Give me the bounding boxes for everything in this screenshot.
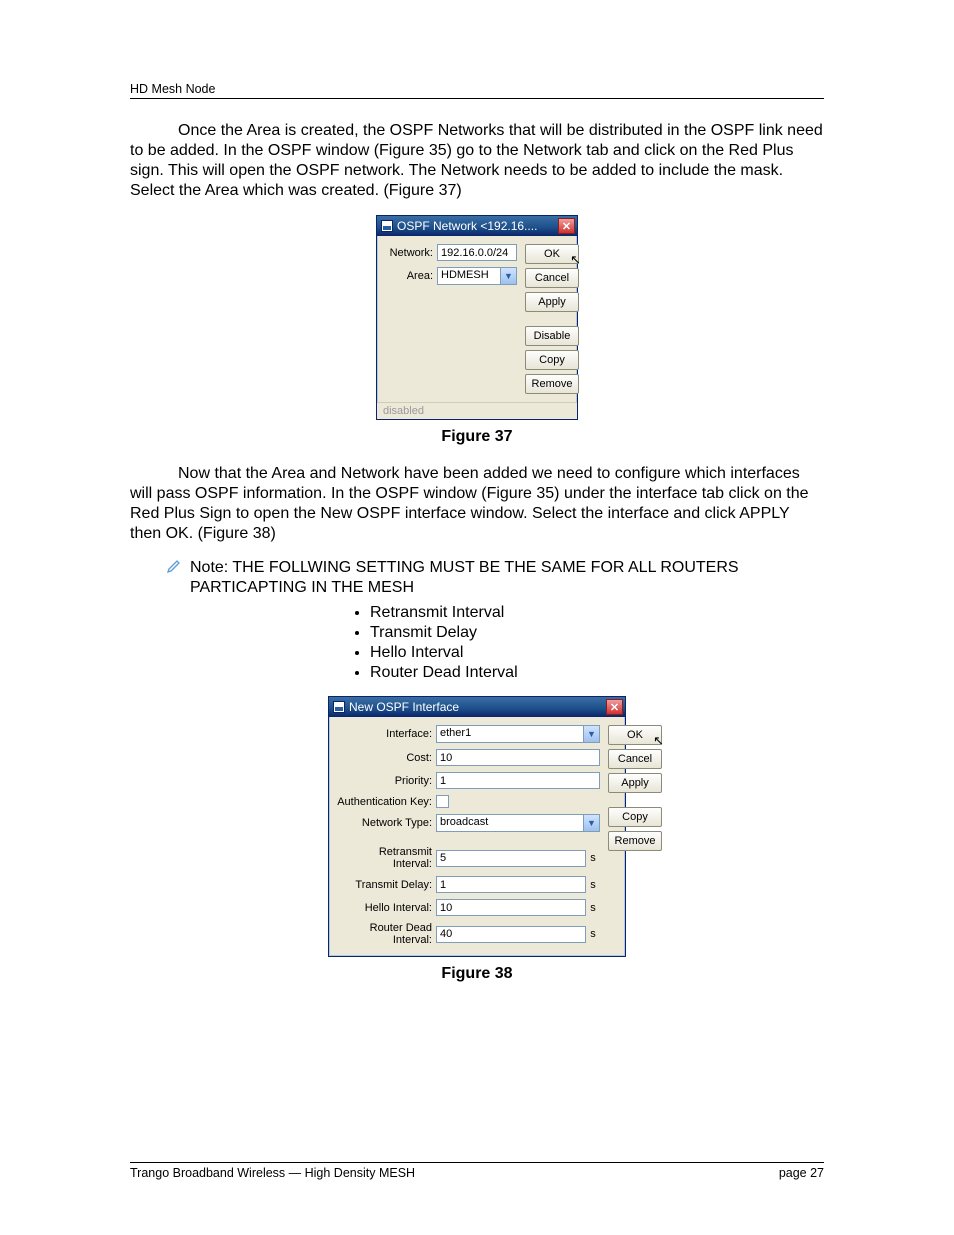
txdelay-label: Transmit Delay: <box>337 879 436 891</box>
status-bar: disabled <box>377 402 577 419</box>
page-footer: Trango Broadband Wireless — High Density… <box>130 1162 824 1180</box>
hello-input[interactable] <box>436 899 586 916</box>
ospf-network-title: OSPF Network <192.16.... <box>397 219 558 233</box>
close-icon[interactable]: ✕ <box>558 218 575 234</box>
list-item: Retransmit Interval <box>370 604 824 622</box>
retransmit-input[interactable] <box>436 850 586 867</box>
list-item: Hello Interval <box>370 644 824 662</box>
new-ospf-titlebar[interactable]: New OSPF Interface ✕ <box>329 697 625 717</box>
nettype-value: broadcast <box>437 815 583 831</box>
footer-right: page 27 <box>779 1166 824 1180</box>
note-text: Note: THE FOLLWING SETTING MUST BE THE S… <box>190 558 824 598</box>
hello-label: Hello Interval: <box>337 902 436 914</box>
cancel-button[interactable]: Cancel <box>525 268 579 288</box>
nettype-select[interactable]: broadcast ▼ <box>436 814 600 832</box>
retransmit-unit: s <box>586 852 600 864</box>
close-icon[interactable]: ✕ <box>606 699 623 715</box>
window-icon <box>333 701 345 713</box>
disable-button[interactable]: Disable <box>525 326 579 346</box>
new-ospf-interface-window: New OSPF Interface ✕ Interface: ether1 ▼… <box>328 696 626 957</box>
dead-input[interactable] <box>436 926 586 943</box>
paragraph-2: Now that the Area and Network have been … <box>130 464 824 544</box>
interface-select[interactable]: ether1 ▼ <box>436 725 600 743</box>
area-value: HDMESH <box>438 268 500 284</box>
dead-label: Router Dead Interval: <box>337 922 436 946</box>
cancel-button[interactable]: Cancel <box>608 749 662 769</box>
note: Note: THE FOLLWING SETTING MUST BE THE S… <box>166 558 824 598</box>
area-select[interactable]: HDMESH ▼ <box>437 267 517 285</box>
ospf-network-titlebar[interactable]: OSPF Network <192.16.... ✕ <box>377 216 577 236</box>
nettype-label: Network Type: <box>337 817 436 829</box>
chevron-down-icon[interactable]: ▼ <box>583 815 599 831</box>
network-label: Network: <box>385 247 437 259</box>
pencil-icon <box>166 558 182 574</box>
priority-input[interactable] <box>436 772 600 789</box>
settings-list: Retransmit Interval Transmit Delay Hello… <box>370 604 824 682</box>
ok-button[interactable]: OK <box>608 725 662 745</box>
auth-checkbox[interactable] <box>436 795 449 808</box>
apply-button[interactable]: Apply <box>608 773 662 793</box>
hello-unit: s <box>586 902 600 914</box>
chevron-down-icon[interactable]: ▼ <box>583 726 599 742</box>
remove-button[interactable]: Remove <box>525 374 579 394</box>
priority-label: Priority: <box>337 775 436 787</box>
cost-label: Cost: <box>337 752 436 764</box>
figure-38-caption: Figure 38 <box>130 965 824 983</box>
paragraph-1: Once the Area is created, the OSPF Netwo… <box>130 121 824 201</box>
apply-button[interactable]: Apply <box>525 292 579 312</box>
retransmit-label: Retransmit Interval: <box>337 846 436 870</box>
copy-button[interactable]: Copy <box>608 807 662 827</box>
txdelay-unit: s <box>586 879 600 891</box>
area-label: Area: <box>385 270 437 282</box>
ok-button[interactable]: OK <box>525 244 579 264</box>
chevron-down-icon[interactable]: ▼ <box>500 268 516 284</box>
header-rule <box>130 98 824 99</box>
dead-unit: s <box>586 928 600 940</box>
new-ospf-title: New OSPF Interface <box>349 700 606 714</box>
interface-label: Interface: <box>337 728 436 740</box>
page-header: HD Mesh Node <box>130 82 824 96</box>
auth-label: Authentication Key: <box>337 796 436 808</box>
txdelay-input[interactable] <box>436 876 586 893</box>
interface-value: ether1 <box>437 726 583 742</box>
figure-37-caption: Figure 37 <box>130 428 824 446</box>
remove-button[interactable]: Remove <box>608 831 662 851</box>
copy-button[interactable]: Copy <box>525 350 579 370</box>
cost-input[interactable] <box>436 749 600 766</box>
ospf-network-window: OSPF Network <192.16.... ✕ Network: Area… <box>376 215 578 420</box>
window-icon <box>381 220 393 232</box>
footer-left: Trango Broadband Wireless — High Density… <box>130 1166 415 1180</box>
list-item: Transmit Delay <box>370 624 824 642</box>
network-input[interactable] <box>437 244 517 261</box>
list-item: Router Dead Interval <box>370 664 824 682</box>
